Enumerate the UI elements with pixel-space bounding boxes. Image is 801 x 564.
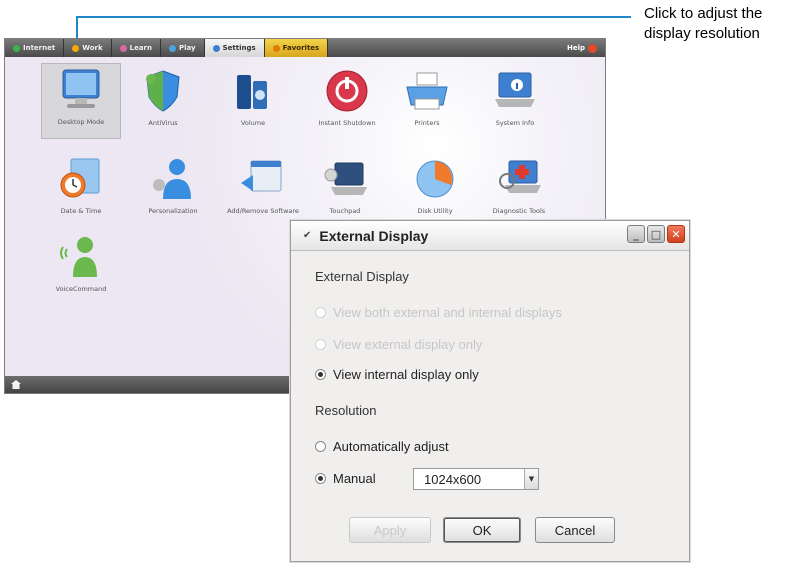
tab-bar: Internet Work Learn Play Settings Favori… [5,39,605,57]
apply-button[interactable]: Apply [349,517,431,543]
stage: Click to adjust the display resolution I… [0,0,801,564]
diagnostic-tools-icon [491,153,547,205]
app-label: Desktop Mode [57,118,105,126]
app-instant-shutdown[interactable]: Instant Shutdown [307,65,387,128]
app-label: VoiceCommand [55,285,107,293]
option-auto-adjust[interactable]: Automatically adjust [315,439,449,454]
tab-label: Learn [129,44,152,52]
tab-label: Play [178,44,196,52]
resolution-heading: Resolution [315,403,377,418]
radio-icon [315,441,326,452]
chevron-down-icon[interactable]: ▼ [524,469,538,489]
volume-icon [225,65,281,117]
app-label: AntiVirus [148,119,178,127]
learn-icon [119,44,127,52]
work-icon [72,44,80,52]
radio-selected-icon [315,369,326,380]
callout-line [76,16,631,18]
cancel-button[interactable]: Cancel [535,517,615,543]
help-icon [588,43,597,53]
app-label: System Info [495,119,535,127]
app-label: Disk Utility [417,207,453,215]
internet-icon [13,44,20,52]
window-controls: _ □ ✕ [627,225,685,243]
option-manual[interactable]: Manual [315,471,376,486]
app-label: Diagnostic Tools [492,207,546,215]
home-icon[interactable] [11,380,21,389]
option-view-both[interactable]: View both external and internal displays [315,305,562,320]
app-label: Instant Shutdown [318,119,376,127]
tab-play[interactable]: Play [161,39,205,57]
printer-icon [399,65,455,117]
voice-command-icon [53,231,109,283]
external-display-dialog: ✔ External Display _ □ ✕ External Displa… [290,220,690,562]
maximize-button[interactable]: □ [647,225,665,243]
app-label: Volume [240,119,266,127]
instant-shutdown-icon [319,65,375,117]
option-label: View both external and internal displays [333,305,562,320]
play-icon [168,44,176,52]
app-volume[interactable]: Volume [213,65,293,128]
touchpad-icon [317,153,373,205]
app-date-time[interactable]: Date & Time [41,153,121,216]
app-antivirus[interactable]: AntiVirus [123,65,203,128]
option-label: View internal display only [333,367,479,382]
option-view-internal[interactable]: View internal display only [315,367,479,382]
radio-selected-icon [315,473,326,484]
option-label: View external display only [333,337,483,352]
close-button[interactable]: ✕ [667,225,685,243]
tab-favorites[interactable]: Favorites [264,39,329,57]
dialog-title: External Display [319,227,429,244]
app-label: Add/Remove Software [227,207,299,215]
app-label: Date & Time [60,207,102,215]
tab-label: Internet [23,44,56,52]
radio-icon [315,307,326,318]
date-time-icon [53,153,109,205]
system-info-icon [487,65,543,117]
resolution-value: 1024x600 [424,471,482,487]
app-desktop-mode[interactable]: Desktop Mode [41,63,121,139]
window-menu-icon[interactable]: ✔ [303,230,311,241]
ok-button[interactable]: OK [443,517,521,543]
app-disk-utility[interactable]: Disk Utility [395,153,475,216]
favorites-icon [272,44,280,52]
option-view-external[interactable]: View external display only [315,337,482,352]
tab-label: Settings [222,44,256,52]
app-label: Printers [414,119,440,127]
app-label: Personalization [148,207,198,215]
tab-work[interactable]: Work [64,39,112,57]
personalization-icon [145,153,201,205]
tab-label: Favorites [282,44,320,52]
tab-label: Work [82,44,103,52]
radio-icon [315,339,326,350]
external-display-heading: External Display [315,269,409,284]
app-add-remove-software[interactable]: Add/Remove Software [223,153,303,216]
tab-learn[interactable]: Learn [112,39,161,57]
option-label: Automatically adjust [333,439,449,454]
minimize-button[interactable]: _ [627,225,645,243]
resolution-select[interactable]: 1024x600 ▼ [413,468,539,490]
help-button[interactable]: Help [567,39,597,57]
settings-icon [212,44,220,52]
desktop-mode-icon [53,64,109,116]
app-personalization[interactable]: Personalization [133,153,213,216]
disk-utility-icon [407,153,463,205]
option-label: Manual [333,471,376,486]
help-label: Help [566,44,585,52]
tab-settings[interactable]: Settings [204,39,265,57]
app-system-info[interactable]: System Info [475,65,555,128]
app-diagnostic-tools[interactable]: Diagnostic Tools [479,153,559,216]
app-printers[interactable]: Printers [387,65,467,128]
app-touchpad[interactable]: Touchpad [305,153,385,216]
callout-text: Click to adjust the display resolution [644,5,763,42]
app-voice-command[interactable]: VoiceCommand [41,231,121,294]
app-label: Touchpad [329,207,361,215]
antivirus-icon [135,65,191,117]
add-remove-software-icon [235,153,291,205]
tab-internet[interactable]: Internet [5,39,65,57]
